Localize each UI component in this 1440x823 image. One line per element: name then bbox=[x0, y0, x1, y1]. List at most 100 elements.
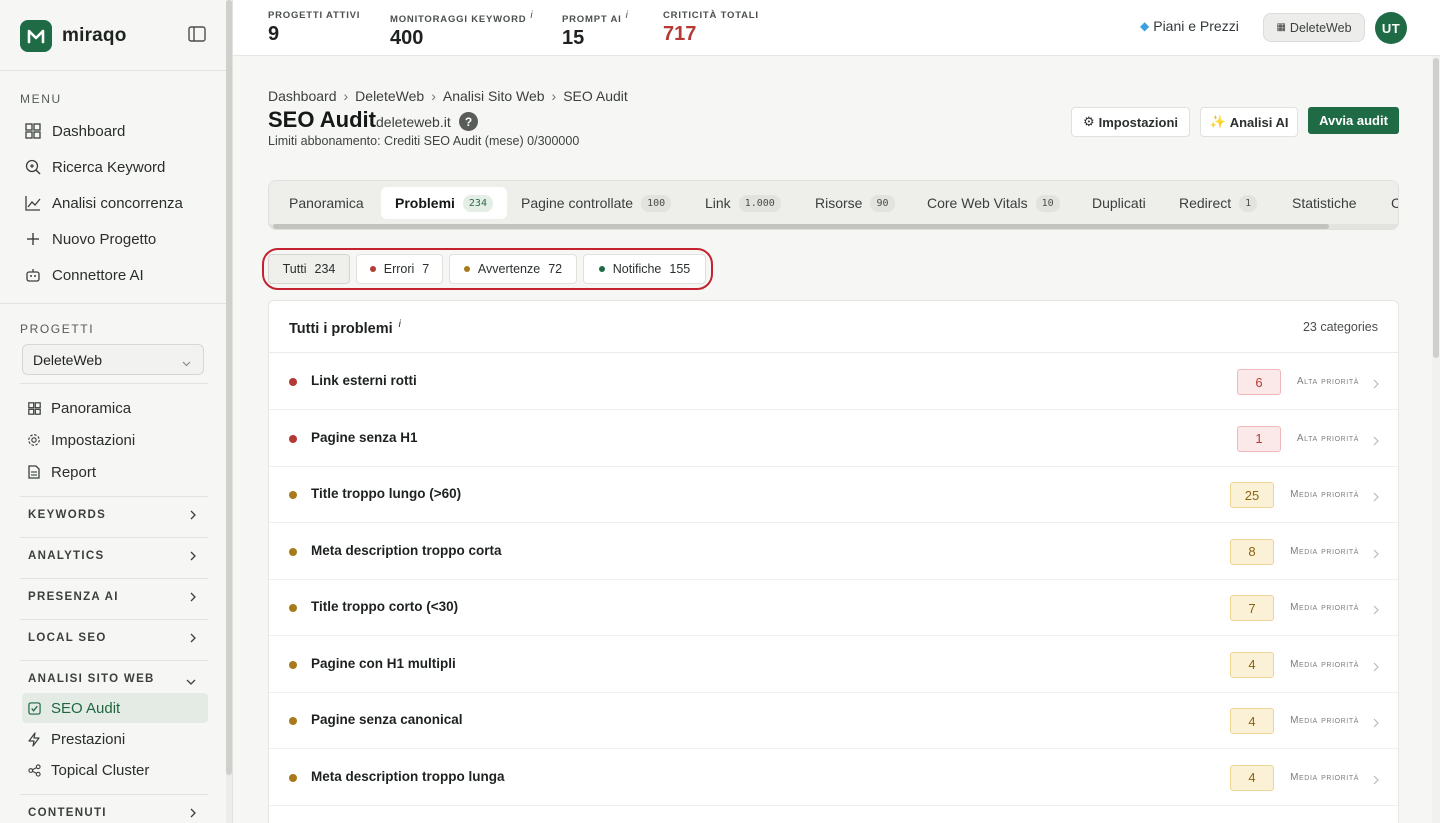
tabs-scrollbar[interactable] bbox=[269, 224, 1398, 229]
tab-panoramica[interactable]: Panoramica bbox=[289, 187, 364, 219]
group-analytics[interactable]: ANALYTICS bbox=[20, 537, 208, 573]
nav-item-label: Analisi concorrenza bbox=[52, 194, 183, 212]
tab-redirect[interactable]: Redirect 1 bbox=[1179, 187, 1258, 219]
issue-row[interactable]: Link esterni rotti 6 Alta priorità bbox=[269, 353, 1398, 410]
nav-item-panoramica[interactable]: Panoramica bbox=[22, 393, 208, 423]
stat-label: CRITICITÀ TOTALI bbox=[663, 10, 759, 21]
issue-row[interactable]: Meta description troppo corta 8 Media prio… bbox=[269, 523, 1398, 580]
nav-item-dashboard[interactable]: Dashboard bbox=[20, 116, 210, 146]
breadcrumb-item[interactable]: Analisi Sito Web bbox=[443, 88, 545, 104]
nav-item-topical-cluster[interactable]: Topical Cluster bbox=[22, 755, 208, 785]
info-icon[interactable]: i bbox=[626, 10, 629, 21]
filter-notifiche[interactable]: Notifiche 155 bbox=[583, 254, 706, 284]
issue-row[interactable]: Pagine senza canonical 4 Media priorità bbox=[269, 692, 1398, 749]
diamond-icon: ◆ bbox=[1140, 19, 1150, 33]
help-icon[interactable]: ? bbox=[459, 112, 478, 131]
stat-value: 15 bbox=[562, 27, 585, 50]
stat-value: 717 bbox=[663, 23, 697, 45]
group-keywords[interactable]: KEYWORDS bbox=[20, 496, 208, 532]
tab-link[interactable]: Link 1.000 bbox=[705, 187, 781, 219]
nav-item-ricerca-keyword[interactable]: Ricerca Keyword bbox=[20, 152, 210, 182]
chevron-right-icon[interactable] bbox=[1373, 546, 1379, 564]
issue-name: Meta description troppo lunga bbox=[311, 768, 505, 784]
nav-item-nuovo-progetto[interactable]: Nuovo Progetto bbox=[20, 224, 210, 254]
issue-count-badge: 1 bbox=[1237, 425, 1281, 452]
group-contenuti[interactable]: CONTENUTI bbox=[20, 794, 208, 823]
info-icon[interactable]: i bbox=[530, 10, 533, 21]
warning-dot-icon bbox=[289, 773, 297, 782]
chevron-right-icon[interactable] bbox=[1373, 602, 1379, 620]
nav-item-label: Prestazioni bbox=[51, 730, 126, 748]
nav-item-seo-audit[interactable]: SEO Audit bbox=[22, 693, 208, 723]
breadcrumb-item[interactable]: Dashboard bbox=[268, 88, 337, 104]
tab-label: Redirect bbox=[1179, 195, 1232, 211]
issue-name: Title troppo lungo (>60) bbox=[311, 486, 462, 501]
filter-label: Avvertenze bbox=[477, 262, 541, 276]
info-icon[interactable]: i bbox=[399, 319, 401, 330]
chevron-right-icon[interactable] bbox=[1373, 376, 1379, 394]
robot-icon bbox=[24, 266, 42, 284]
building-icon: ▦ bbox=[1276, 22, 1286, 33]
filter-avvertenze[interactable]: Avvertenze 72 bbox=[449, 254, 577, 284]
issue-row[interactable]: Pagine senza H1 1 Alta priorità bbox=[269, 410, 1398, 467]
filter-errori[interactable]: Errori 7 bbox=[356, 254, 443, 284]
grid-icon bbox=[24, 122, 42, 140]
breadcrumb-item[interactable]: DeleteWeb bbox=[355, 88, 424, 104]
brand[interactable]: miraqo bbox=[20, 20, 127, 52]
tab-label: Pagine controllate bbox=[521, 195, 634, 211]
group-label: PRESENZA AI bbox=[28, 590, 119, 603]
page-scrollbar[interactable] bbox=[1432, 56, 1440, 823]
tab-risorse[interactable]: Risorse 90 bbox=[815, 187, 895, 219]
settings-button[interactable]: ⚙ Impostazioni bbox=[1071, 107, 1190, 137]
group-label: KEYWORDS bbox=[28, 508, 107, 521]
issue-row[interactable]: Pagine con H1 multipli 4 Media priorità bbox=[269, 636, 1398, 693]
nav-item-impostazioni[interactable]: Impostazioni bbox=[22, 425, 208, 455]
issue-priority: Media priorità bbox=[1290, 489, 1359, 500]
start-audit-button[interactable]: Avvia audit bbox=[1308, 107, 1399, 134]
tab-statistiche[interactable]: Statistiche bbox=[1292, 187, 1357, 219]
chevron-right-icon[interactable] bbox=[1373, 659, 1379, 677]
chevron-right-icon[interactable] bbox=[1373, 715, 1379, 733]
tab-more[interactable]: C bbox=[1391, 187, 1398, 219]
issue-row[interactable]: Meta description troppo lunga 4 Media prio… bbox=[269, 749, 1398, 806]
nav-item-connettore-ai[interactable]: Connettore AI bbox=[20, 260, 210, 290]
sidebar: miraqo MENU Dashboard Ricerca Keyword An… bbox=[0, 0, 226, 823]
sidebar-toggle-icon[interactable] bbox=[188, 26, 208, 44]
project-select[interactable]: DeleteWeb bbox=[22, 344, 204, 375]
group-local-seo[interactable]: LOCAL SEO bbox=[20, 619, 208, 655]
plans-link[interactable]: ◆ Piani e Prezzi bbox=[1140, 18, 1239, 34]
issue-priority: Media priorità bbox=[1290, 602, 1359, 613]
ai-analysis-button[interactable]: ✨ Analisi AI bbox=[1200, 107, 1298, 137]
group-analisi-sito-web[interactable]: ANALISI SITO WEB bbox=[20, 660, 208, 696]
tab-core-web-vitals[interactable]: Core Web Vitals 10 bbox=[927, 187, 1060, 219]
issue-name: Pagine con H1 multipli bbox=[311, 655, 456, 671]
issue-row[interactable]: Title troppo corto (<30) 7 Media priorità bbox=[269, 579, 1398, 636]
check-square-icon bbox=[26, 700, 42, 716]
tab-pagine-controllate[interactable]: Pagine controllate 100 bbox=[521, 187, 672, 219]
nav-item-label: Impostazioni bbox=[51, 431, 136, 449]
tab-problemi[interactable]: Problemi 234 bbox=[381, 187, 507, 219]
tab-label: Link bbox=[705, 195, 731, 211]
nav-item-report[interactable]: Report bbox=[22, 457, 208, 487]
tab-duplicati[interactable]: Duplicati bbox=[1092, 187, 1146, 219]
issue-row[interactable]: Title troppo lungo (>60) 25 Media priorità bbox=[269, 466, 1398, 523]
scrollbar-thumb[interactable] bbox=[273, 224, 1329, 229]
issue-count-badge: 4 bbox=[1230, 651, 1274, 678]
filter-count: 72 bbox=[548, 262, 563, 276]
avatar[interactable]: UT bbox=[1375, 12, 1407, 44]
tab-count: 1 bbox=[1239, 194, 1258, 212]
chevron-right-icon[interactable] bbox=[1373, 772, 1379, 790]
nav-item-prestazioni[interactable]: Prestazioni bbox=[22, 724, 208, 754]
tab-label: Risorse bbox=[815, 195, 863, 211]
filter-tutti[interactable]: Tutti 234 bbox=[268, 254, 350, 284]
workspace-button[interactable]: ▦ DeleteWeb bbox=[1263, 13, 1365, 42]
group-presenza-ai[interactable]: PRESENZA AI bbox=[20, 578, 208, 614]
divider bbox=[0, 70, 226, 71]
tab-label: Statistiche bbox=[1292, 195, 1357, 211]
chevron-right-icon[interactable] bbox=[1373, 433, 1379, 451]
scrollbar-thumb[interactable] bbox=[1433, 58, 1439, 358]
chevron-right-icon[interactable] bbox=[1373, 489, 1379, 507]
filter-count: 7 bbox=[422, 262, 430, 276]
nav-item-analisi-concorrenza[interactable]: Analisi concorrenza bbox=[20, 188, 210, 218]
issue-priority: Media priorità bbox=[1290, 771, 1359, 783]
